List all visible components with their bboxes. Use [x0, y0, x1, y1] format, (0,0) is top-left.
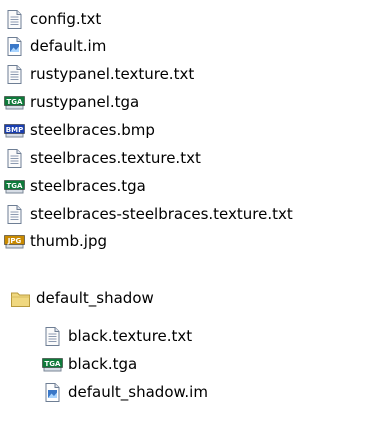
tree-item[interactable]: TGA black.tga: [42, 351, 137, 378]
bmp-file-icon: BMP: [4, 120, 25, 141]
tree-item-label: default.im: [30, 37, 107, 55]
tree-item[interactable]: TGA rustypanel.tga: [4, 89, 139, 116]
text-file-icon: [4, 64, 25, 85]
tree-item[interactable]: black.texture.txt: [42, 323, 192, 350]
image-document-icon: [42, 382, 63, 403]
tree-item[interactable]: steelbraces-steelbraces.texture.txt: [4, 201, 293, 228]
file-tree: config.txt default.im rustypanel.texture…: [0, 0, 387, 443]
svg-text:BMP: BMP: [6, 126, 23, 134]
tree-item-label: black.tga: [68, 355, 138, 373]
tree-item[interactable]: BMP steelbraces.bmp: [4, 117, 155, 144]
tree-item[interactable]: TGA steelbraces.tga: [4, 173, 146, 200]
svg-text:TGA: TGA: [7, 98, 24, 106]
tree-item-label: black.texture.txt: [68, 327, 193, 345]
tree-item[interactable]: JPG thumb.jpg: [4, 228, 107, 255]
tree-folder-label: default_shadow: [36, 289, 154, 307]
tga-file-icon: TGA: [4, 92, 25, 113]
tree-item-label: steelbraces.tga: [30, 177, 146, 195]
tga-file-icon: TGA: [42, 354, 63, 375]
tree-folder[interactable]: default_shadow: [10, 285, 154, 312]
text-file-icon: [42, 326, 63, 347]
tree-item[interactable]: default.im: [4, 33, 106, 60]
jpg-file-icon: JPG: [4, 231, 25, 252]
image-document-icon: [4, 36, 25, 57]
tree-item-label: steelbraces-steelbraces.texture.txt: [30, 205, 293, 223]
text-file-icon: [4, 9, 25, 30]
tree-item[interactable]: default_shadow.im: [42, 379, 208, 406]
tree-item-label: steelbraces.texture.txt: [30, 149, 201, 167]
folder-icon: [10, 288, 31, 309]
tree-item[interactable]: steelbraces.texture.txt: [4, 145, 201, 172]
tree-item-label: config.txt: [30, 10, 102, 28]
tree-item[interactable]: rustypanel.texture.txt: [4, 61, 194, 88]
svg-text:TGA: TGA: [7, 182, 24, 190]
tree-item-label: rustypanel.texture.txt: [30, 65, 195, 83]
tree-item-label: thumb.jpg: [30, 232, 108, 250]
svg-text:TGA: TGA: [45, 360, 62, 368]
tree-item-label: rustypanel.tga: [30, 93, 140, 111]
text-file-icon: [4, 204, 25, 225]
tree-item-label: steelbraces.bmp: [30, 121, 155, 139]
tga-file-icon: TGA: [4, 176, 25, 197]
tree-item[interactable]: config.txt: [4, 6, 101, 33]
text-file-icon: [4, 148, 25, 169]
svg-text:JPG: JPG: [7, 237, 22, 245]
tree-item-label: default_shadow.im: [68, 383, 208, 401]
